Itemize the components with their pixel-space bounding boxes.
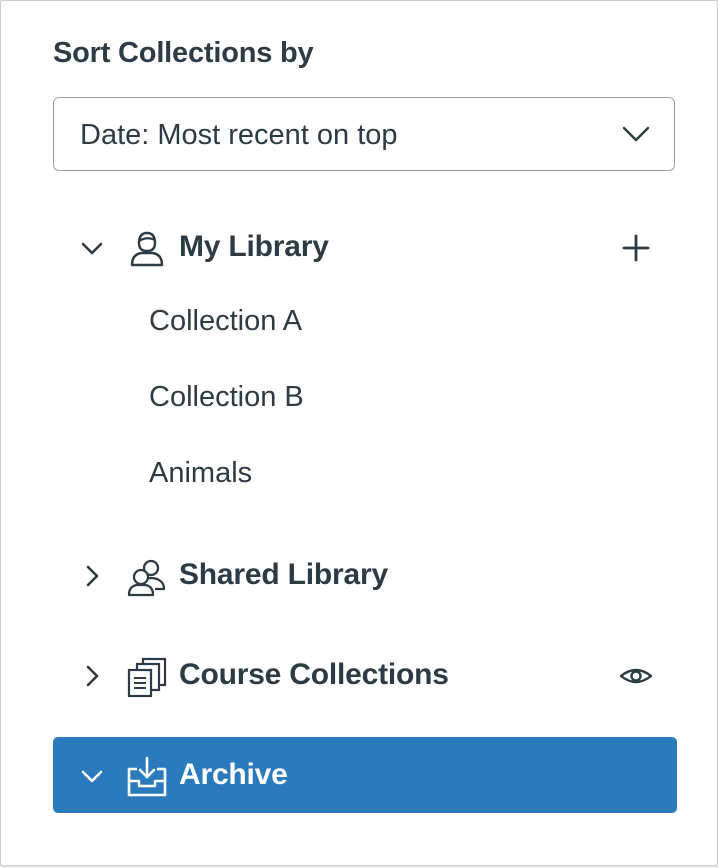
collection-item[interactable]: Collection B <box>149 381 304 414</box>
user-icon <box>130 231 164 267</box>
chevron-right-icon[interactable] <box>80 564 104 588</box>
sort-label: Sort Collections by <box>53 37 314 69</box>
chevron-right-icon[interactable] <box>80 664 104 688</box>
eye-icon[interactable] <box>619 659 653 693</box>
tree-item-archive[interactable]: Archive <box>53 737 677 813</box>
collection-item[interactable]: Animals <box>149 457 252 490</box>
tree-item-course-collections[interactable]: Course Collections <box>53 637 677 713</box>
plus-icon[interactable] <box>619 231 653 265</box>
tree-item-label: My Library <box>179 230 329 263</box>
tree-item-label: Shared Library <box>179 558 388 591</box>
group-icon <box>127 559 166 597</box>
chevron-down-icon[interactable] <box>80 236 104 260</box>
tree-item-shared-library[interactable]: Shared Library <box>53 537 677 613</box>
archive-download-icon <box>127 756 167 797</box>
chevron-down-icon <box>622 126 650 142</box>
collection-item[interactable]: Collection A <box>149 305 302 338</box>
tree-item-my-library[interactable]: My Library <box>53 209 677 285</box>
collections-panel: Sort Collections by Date: Most recent on… <box>0 0 718 866</box>
sort-select-value: Date: Most recent on top <box>80 119 398 151</box>
collections-icon <box>127 657 167 698</box>
chevron-down-icon[interactable] <box>80 764 104 788</box>
sort-select[interactable]: Date: Most recent on top <box>53 97 675 171</box>
tree-item-label: Course Collections <box>179 658 449 691</box>
tree-item-label: Archive <box>179 758 288 791</box>
